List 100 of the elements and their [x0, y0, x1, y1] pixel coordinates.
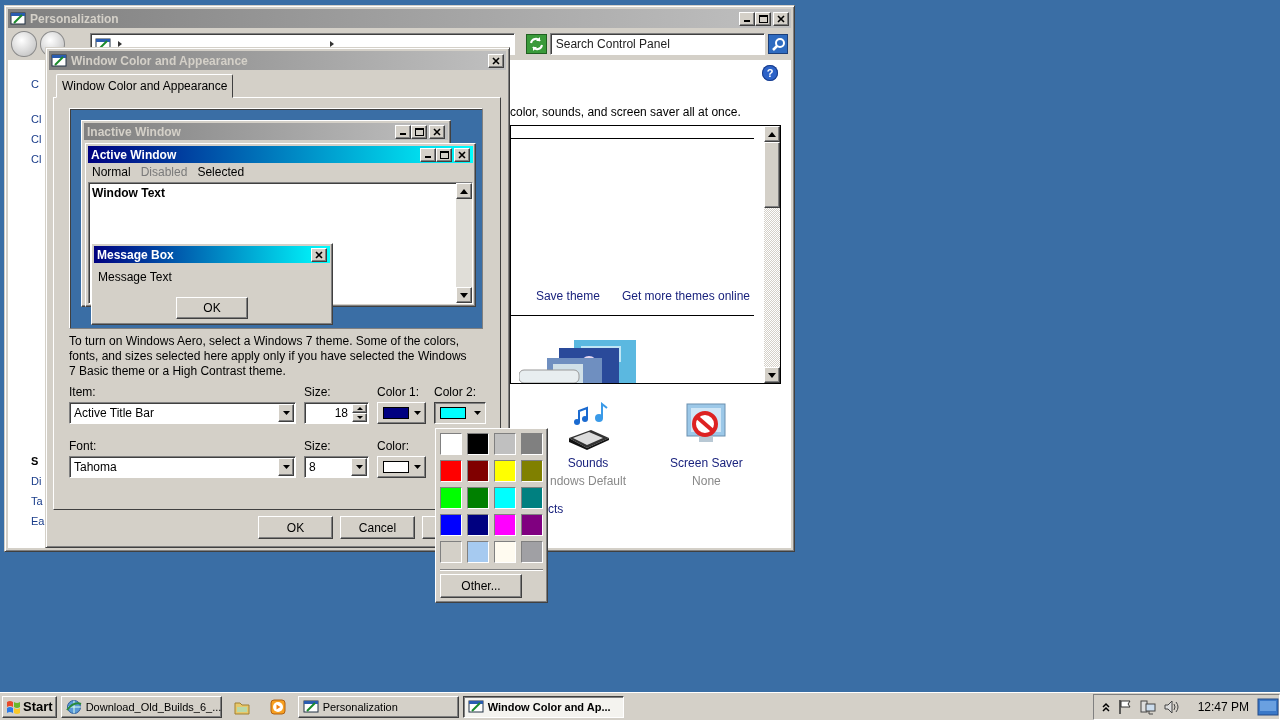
caret-icon [413, 410, 422, 416]
clock: 12:47 PM [1197, 699, 1249, 714]
spin-up-button[interactable] [352, 404, 367, 413]
sidebar-link[interactable]: Cl [31, 112, 42, 132]
color-swatch[interactable] [494, 514, 516, 536]
refresh-icon [527, 36, 545, 52]
refresh-button[interactable] [526, 34, 547, 54]
dropdown-field[interactable]: Active Title Bar [69, 402, 296, 424]
dropdown-button[interactable] [278, 404, 294, 422]
arrow-down-icon [768, 372, 776, 378]
search-field[interactable]: Search Control Panel [549, 33, 766, 55]
volume-icon [1163, 698, 1180, 715]
color-swatch[interactable] [521, 460, 543, 482]
caret-icon [281, 410, 291, 416]
color-swatch[interactable] [440, 433, 462, 455]
close-button[interactable] [488, 53, 504, 68]
color-swatch[interactable] [521, 433, 543, 455]
color-swatch[interactable] [440, 460, 462, 482]
window-title: Inactive Window [87, 124, 182, 139]
color-swatch[interactable] [467, 541, 489, 563]
close-button[interactable] [773, 11, 789, 26]
sidebar-link[interactable]: Ta [31, 494, 43, 514]
maximize-button[interactable] [755, 11, 771, 26]
link[interactable]: Get more themes online [621, 289, 750, 303]
taskbar-button[interactable]: Download_Old_Builds_6_... [60, 695, 222, 718]
scrollbar[interactable] [764, 126, 780, 383]
setting-value: ndows Default [550, 474, 627, 488]
search-button[interactable] [768, 34, 788, 54]
color-swatch[interactable] [467, 514, 489, 536]
spin-field[interactable]: 18 [304, 402, 369, 424]
color-button[interactable] [434, 402, 486, 424]
menu-item[interactable]: Selected [197, 165, 245, 180]
dropdown-button[interactable] [351, 458, 367, 476]
minimize-button[interactable] [420, 147, 436, 162]
maximize-button[interactable] [436, 147, 452, 162]
scroll-up-button[interactable] [456, 183, 472, 199]
sidebar-link[interactable]: Di [31, 474, 42, 494]
help-button[interactable]: ? [762, 65, 778, 81]
spin-down-button[interactable] [352, 413, 367, 422]
menu-item[interactable]: Normal [92, 165, 131, 180]
dropdown-button[interactable] [278, 458, 294, 476]
other-colors-button[interactable]: Other... [440, 574, 522, 598]
link[interactable]: Screen Saver [670, 456, 743, 470]
field-label: Color 1: [377, 385, 421, 400]
back-button[interactable] [11, 31, 37, 57]
color-swatch[interactable] [467, 460, 489, 482]
window-title: Personalization [30, 11, 120, 26]
color-swatch[interactable] [494, 541, 516, 563]
description-text: color, sounds, and screen saver all at once. [510, 105, 742, 119]
arrow-down-icon [356, 416, 363, 419]
taskbar-button[interactable]: Personalization [297, 695, 459, 718]
color-swatch[interactable] [494, 433, 516, 455]
scroll-up-button[interactable] [764, 126, 780, 142]
color-swatch[interactable] [494, 487, 516, 509]
dialog-button[interactable]: OK [258, 516, 333, 539]
sidebar-link[interactable]: C [31, 77, 39, 97]
color-swatch[interactable] [521, 514, 543, 536]
field-label: Font: [69, 439, 98, 454]
tab[interactable]: Window Color and Appearance [56, 74, 234, 98]
dropdown-field[interactable]: 8 [304, 456, 369, 478]
message-text: Message Text [97, 269, 173, 286]
minimize-icon [744, 19, 750, 22]
minimize-button[interactable] [395, 124, 411, 139]
dialog-button[interactable]: Cancel [340, 516, 415, 539]
link[interactable]: Save theme [535, 289, 600, 303]
maximize-button[interactable] [411, 124, 427, 139]
sidebar-link[interactable]: Ea [31, 514, 45, 534]
control-panel-icon [10, 11, 26, 26]
color-swatch[interactable] [467, 487, 489, 509]
color-swatch[interactable] [467, 433, 489, 455]
sidebar-link[interactable]: Cl [31, 132, 42, 152]
scroll-down-button[interactable] [764, 367, 780, 383]
color-swatch[interactable] [440, 541, 462, 563]
color-swatch[interactable] [440, 487, 462, 509]
field-label: Size: [304, 385, 332, 400]
taskbar-button[interactable]: Window Color and Ap... [462, 695, 624, 718]
media-player-icon[interactable] [269, 698, 286, 715]
link[interactable]: cts [548, 502, 784, 516]
color-swatch[interactable] [440, 514, 462, 536]
close-button[interactable] [429, 124, 445, 139]
scrollbar[interactable] [456, 183, 472, 303]
close-button[interactable] [311, 247, 327, 262]
start-button[interactable]: Start [2, 695, 57, 718]
close-icon [777, 14, 785, 23]
chevron-up-icon [1101, 701, 1110, 712]
scroll-down-button[interactable] [456, 287, 472, 303]
dropdown-field[interactable]: Tahoma [69, 456, 296, 478]
instruction-text: To turn on Windows Aero, select a Windows 7 theme. Some of the colors, fonts, and sizes selected here apply only if you have selected the Windows 7 Basic theme or a High Contrast theme. [69, 334, 468, 379]
ok-button[interactable]: OK [176, 297, 248, 319]
scroll-thumb[interactable] [764, 142, 780, 208]
color-swatch[interactable] [494, 460, 516, 482]
minimize-button[interactable] [739, 11, 755, 26]
color-swatch[interactable] [521, 541, 543, 563]
color-swatch[interactable] [521, 487, 543, 509]
window-text: Window Text [92, 186, 165, 200]
dialog-title: Window Color and Appearance [71, 53, 249, 68]
close-icon [492, 56, 500, 65]
close-button[interactable] [454, 147, 470, 162]
sidebar-link[interactable]: Cl [31, 152, 42, 172]
link[interactable]: Sounds [567, 456, 609, 470]
